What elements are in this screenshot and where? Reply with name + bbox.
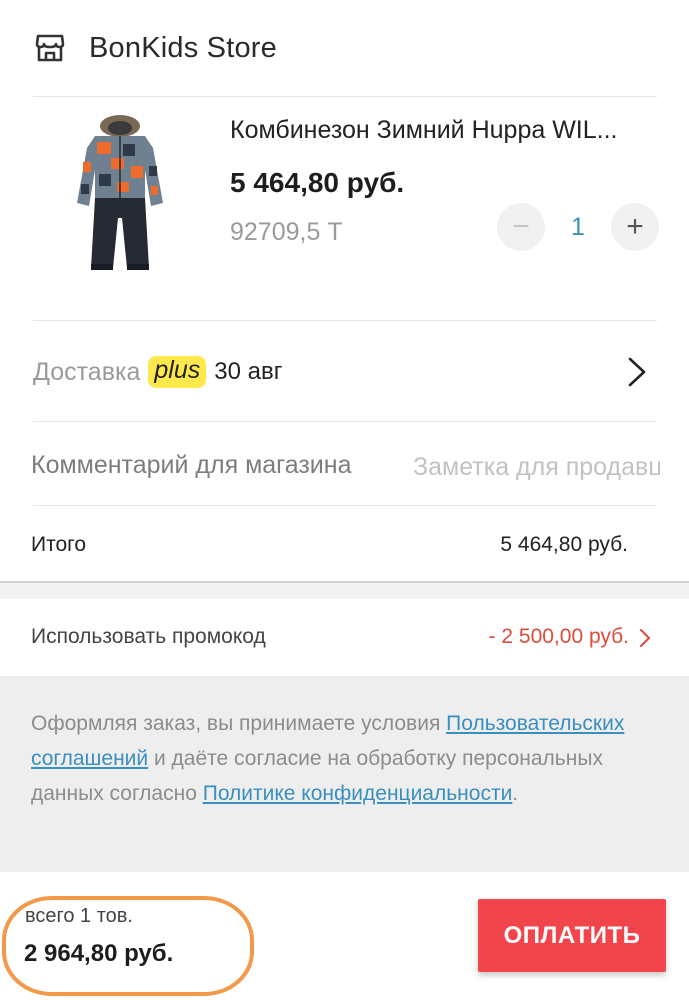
product-image[interactable] [45,108,195,283]
delivery-label: Доставка [33,357,141,386]
privacy-policy-link[interactable]: Политике конфиденциальности [203,782,513,805]
increase-quantity-button[interactable]: + [611,203,659,251]
quantity-value: 1 [571,213,585,241]
terms-notice: Оформляя заказ, вы принимаете условия По… [0,676,689,872]
product-price: 5 464,80 руб. [230,167,405,198]
product-points: 92709,5 Т [230,218,343,246]
order-sum: 2 964,80 руб. [24,940,174,967]
divider [33,421,657,422]
comment-input[interactable] [413,449,660,485]
total-value: 5 464,80 руб. [500,533,628,556]
store-icon [33,31,67,65]
promo-discount-value: - 2 500,00 руб. [488,625,629,648]
total-label: Итого [31,533,87,556]
terms-text: Оформляя заказ, вы принимаете условия [31,712,447,735]
quantity-stepper: − 1 + [497,203,659,251]
delivery-date: 30 авг [214,358,283,385]
decrease-quantity-button[interactable]: − [497,203,545,251]
divider [33,505,657,506]
checkout-page: BonKids Store Комбинезон Зимний Huppa WI… [0,0,689,1000]
promo-code-row[interactable]: Использовать промокод - 2 500,00 руб. [0,599,689,676]
delivery-row[interactable]: Доставка plus 30 авг [33,348,657,396]
item-count: всего 1 тов. [25,905,133,927]
comment-label: Комментарий для магазина [31,451,352,479]
checkout-bottom-bar: всего 1 тов. 2 964,80 руб. ОПЛАТИТЬ [0,872,689,1000]
divider [33,96,657,97]
chevron-right-icon [639,628,651,648]
plus-badge: plus [148,356,207,388]
pay-button[interactable]: ОПЛАТИТЬ [478,899,666,972]
chevron-right-icon [627,356,647,388]
promo-code-label: Использовать промокод [31,625,266,648]
terms-text: . [512,782,519,805]
section-gap [0,583,689,599]
divider [33,320,657,321]
product-title[interactable]: Комбинезон Зимний Huppa WIL... [230,116,660,145]
store-header[interactable]: BonKids Store [0,0,689,96]
store-name: BonKids Store [89,31,277,64]
